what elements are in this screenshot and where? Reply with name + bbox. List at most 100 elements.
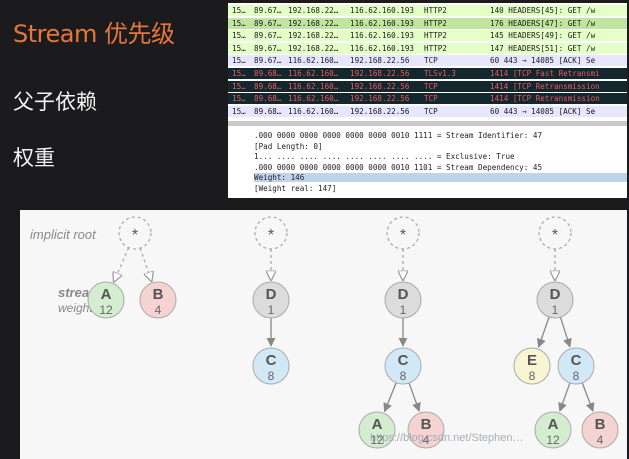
packet-row[interactable]: 15… 89.67… 192.168.22… 116.62.160.193 HTTP2 1… bbox=[228, 30, 627, 42]
packet-cell-proto: TCP bbox=[424, 106, 438, 116]
packet-cell-info: 60 443 → 14085 [ACK] Se bbox=[490, 56, 596, 66]
dashed-dependency-edge bbox=[114, 247, 130, 282]
packet-cell-time: 89.67… bbox=[254, 18, 282, 28]
packet-cell-time: 89.67… bbox=[254, 56, 282, 66]
packet-cell-info: 140 HEADERS[45]: GET /w bbox=[490, 6, 596, 15]
packet-cell-no: 15… bbox=[232, 106, 246, 116]
dependency-edge bbox=[581, 382, 595, 413]
packet-cell-dst: 116.62.160.193 bbox=[350, 6, 415, 15]
dashed-dependency-edge bbox=[139, 247, 151, 281]
packet-cell-no: 15… bbox=[232, 43, 246, 53]
packet-cell-src: 116.62.160… bbox=[288, 56, 339, 66]
packet-row[interactable]: 15… 89.68… 116.62.160… 192.168.22.56 TCP 1414… bbox=[228, 80, 627, 92]
packet-cell-proto: TLSv1.3 bbox=[424, 69, 457, 78]
detail-line[interactable]: [Pad Length: 0] bbox=[254, 142, 624, 151]
packet-row[interactable]: 15… 89.67… 192.168.22… 116.62.160.193 HTTP2 1… bbox=[228, 17, 627, 29]
packet-cell-no: 15… bbox=[232, 6, 246, 15]
stream-node-label: A bbox=[548, 416, 559, 433]
packet-cell-src: 192.168.22… bbox=[288, 6, 339, 15]
stream-node-label: C bbox=[398, 352, 409, 369]
packet-cell-src: 192.168.22… bbox=[288, 31, 339, 41]
packet-cell-time: 89.68… bbox=[254, 94, 282, 104]
stream-node-label: E bbox=[527, 352, 537, 369]
packet-cell-dst: 116.62.160.193 bbox=[350, 31, 415, 41]
packet-cell-proto: TCP bbox=[424, 56, 438, 66]
packet-cell-time: 89.68… bbox=[254, 81, 282, 91]
bullet-weight: 权重 bbox=[13, 146, 55, 170]
packet-cell-proto: HTTP2 bbox=[424, 31, 447, 41]
packet-cell-time: 89.68… bbox=[254, 69, 282, 78]
packet-cell-info: 176 HEADERS[47]: GET /w bbox=[490, 18, 596, 28]
packet-cell-no: 15… bbox=[232, 56, 246, 66]
stream-node-label: A bbox=[101, 286, 112, 303]
stream-node-label: D bbox=[398, 286, 409, 303]
packet-row[interactable]: 15… 89.67… 192.168.22… 116.62.160.193 HTTP2 1… bbox=[228, 5, 627, 16]
packet-cell-proto: HTTP2 bbox=[424, 43, 447, 53]
packet-cell-dst: 192.168.22.56 bbox=[350, 106, 410, 116]
detail-line[interactable]: Weight: 146 bbox=[254, 173, 627, 183]
detail-line[interactable]: 1... .... .... .... .... .... .... .... … bbox=[254, 152, 624, 161]
pane-divider[interactable] bbox=[228, 121, 627, 126]
detail-line[interactable]: .000 0000 0000 0000 0000 0000 0010 1101 … bbox=[254, 163, 624, 172]
packet-cell-dst: 192.168.22.56 bbox=[350, 69, 410, 78]
packet-cell-info: 60 443 → 14085 [ACK] Se bbox=[490, 106, 596, 116]
packet-cell-no: 15… bbox=[232, 18, 246, 28]
packet-cell-no: 15… bbox=[232, 94, 246, 104]
stream-node-weight: 8 bbox=[573, 369, 580, 383]
stream-node-label: B bbox=[421, 416, 432, 433]
packet-cell-src: 116.62.160… bbox=[288, 94, 339, 104]
packet-cell-dst: 116.62.160.193 bbox=[350, 43, 415, 53]
packet-cell-proto: TCP bbox=[424, 94, 438, 104]
slide-title: Stream 优先级 bbox=[13, 20, 175, 48]
packet-cell-time: 89.68… bbox=[254, 106, 282, 116]
packet-cell-time: 89.67… bbox=[254, 31, 282, 41]
packet-cell-src: 116.62.160… bbox=[288, 106, 339, 116]
detail-line[interactable]: [Weight real: 147] bbox=[254, 184, 624, 193]
packet-cell-src: 116.62.160… bbox=[288, 69, 339, 78]
dependency-edge bbox=[536, 316, 550, 348]
packet-cell-time: 89.67… bbox=[254, 43, 282, 53]
packet-cell-dst: 116.62.160.193 bbox=[350, 18, 415, 28]
stream-node-label: B bbox=[153, 286, 164, 303]
packet-row[interactable]: 15… 89.68… 116.62.160… 192.168.22.56 TCP 60 4… bbox=[228, 105, 627, 117]
wireshark-capture-panel: 15… 89.67… 192.168.22… 116.62.160.193 HTTP2 1… bbox=[228, 3, 627, 198]
root-star-label: * bbox=[268, 227, 274, 244]
packet-cell-src: 192.168.22… bbox=[288, 18, 339, 28]
packet-cell-proto: HTTP2 bbox=[424, 6, 447, 15]
packet-row[interactable]: 15… 89.67… 116.62.160… 192.168.22.56 TCP 60 4… bbox=[228, 55, 627, 67]
packet-cell-dst: 192.168.22.56 bbox=[350, 56, 410, 66]
root-star-label: * bbox=[132, 227, 138, 244]
packet-cell-info: 1414 [TCP Retransmission bbox=[490, 81, 600, 91]
packet-cell-info: 1414 [TCP Retransmission bbox=[490, 94, 600, 104]
dependency-edge bbox=[559, 316, 572, 348]
packet-cell-info: 1414 [TCP Fast Retransmi bbox=[490, 69, 600, 78]
stream-node-label: D bbox=[266, 286, 277, 303]
stream-priority-diagram: implicit root stream weight * A 12 B 4 * D 1 C 8 * D 1 C… bbox=[20, 210, 627, 459]
packet-cell-dst: 192.168.22.56 bbox=[350, 94, 410, 104]
implicit-root-label: implicit root bbox=[30, 227, 97, 242]
packet-row[interactable]: 15… 89.67… 192.168.22… 116.62.160.193 HTTP2 1… bbox=[228, 42, 627, 54]
stream-node-weight: 8 bbox=[529, 369, 536, 383]
packet-cell-time: 89.67… bbox=[254, 6, 282, 15]
stream-node-label: B bbox=[595, 416, 606, 433]
stream-node-weight: 1 bbox=[552, 303, 559, 317]
packet-cell-no: 15… bbox=[232, 31, 246, 41]
dependency-edge bbox=[558, 382, 571, 413]
stream-node-weight: 12 bbox=[546, 433, 560, 447]
watermark: https://blog.csdn.net/Stephen… bbox=[370, 432, 524, 444]
stream-node-weight: 4 bbox=[155, 303, 162, 317]
packet-cell-info: 147 HEADERS[51]: GET /w bbox=[490, 43, 596, 53]
stream-node-weight: 8 bbox=[268, 369, 275, 383]
root-star-label: * bbox=[552, 227, 558, 244]
packet-cell-proto: HTTP2 bbox=[424, 18, 447, 28]
stream-node-weight: 1 bbox=[268, 303, 275, 317]
detail-line[interactable]: .000 0000 0000 0000 0000 0000 0010 1111 … bbox=[254, 131, 624, 140]
dependency-tree-svg: implicit rootstreamweight*A12B4*D1C8*D1C… bbox=[30, 216, 619, 449]
packet-row[interactable]: 15… 89.68… 116.62.160… 192.168.22.56 TLSv1.3… bbox=[228, 68, 627, 79]
stream-node-label: C bbox=[266, 352, 277, 369]
packet-row[interactable]: 15… 89.68… 116.62.160… 192.168.22.56 TCP 1414… bbox=[228, 93, 627, 105]
stream-node-label: C bbox=[571, 352, 582, 369]
stream-node-weight: 4 bbox=[597, 433, 604, 447]
packet-cell-no: 15… bbox=[232, 81, 246, 91]
packet-cell-src: 192.168.22… bbox=[288, 43, 339, 53]
